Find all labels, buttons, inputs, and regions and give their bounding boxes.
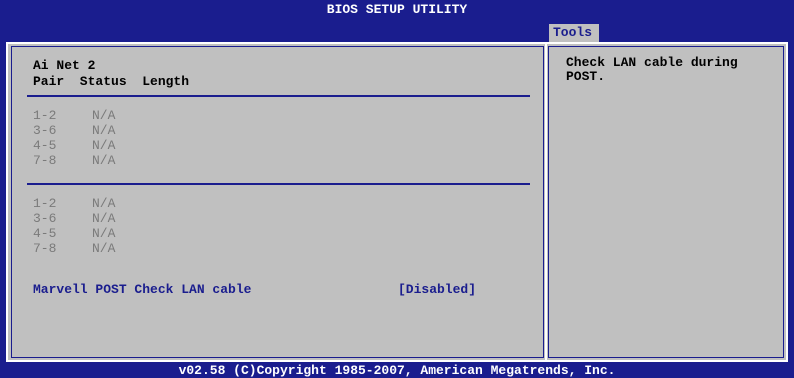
pair-status: N/A (92, 241, 116, 256)
divider-middle (27, 183, 530, 185)
marvell-lan-check-value[interactable]: [Disabled] (398, 283, 476, 297)
copyright-footer: v02.58 (C)Copyright 1985-2007, American … (178, 363, 616, 378)
pair-status: N/A (92, 153, 116, 168)
pair-status: N/A (92, 211, 116, 226)
tab-tools[interactable]: Tools (549, 24, 599, 42)
pair-label: 1-2 (33, 108, 57, 123)
pair-label: 4-5 (33, 138, 57, 153)
help-text: Check LAN cable during POST. (566, 55, 738, 84)
pair-status: N/A (92, 108, 116, 123)
pair-label: 7-8 (33, 241, 57, 256)
pair-status: N/A (92, 196, 116, 211)
pair-label: 7-8 (33, 153, 57, 168)
pair-label: 3-6 (33, 123, 57, 138)
column-headers: Pair Status Length (33, 74, 190, 89)
section-title: Ai Net 2 (33, 58, 96, 73)
divider-top (27, 95, 530, 97)
panel-divider (545, 44, 547, 360)
bios-title: BIOS SETUP UTILITY (326, 2, 468, 17)
pair-label: 4-5 (33, 226, 57, 241)
pair-status: N/A (92, 123, 116, 138)
pair-status: N/A (92, 138, 116, 153)
settings-panel (11, 46, 544, 358)
pair-status: N/A (92, 226, 116, 241)
pair-label: 3-6 (33, 211, 57, 226)
help-panel (548, 46, 784, 358)
pair-label: 1-2 (33, 196, 57, 211)
marvell-lan-check-option[interactable]: Marvell POST Check LAN cable (33, 283, 251, 297)
